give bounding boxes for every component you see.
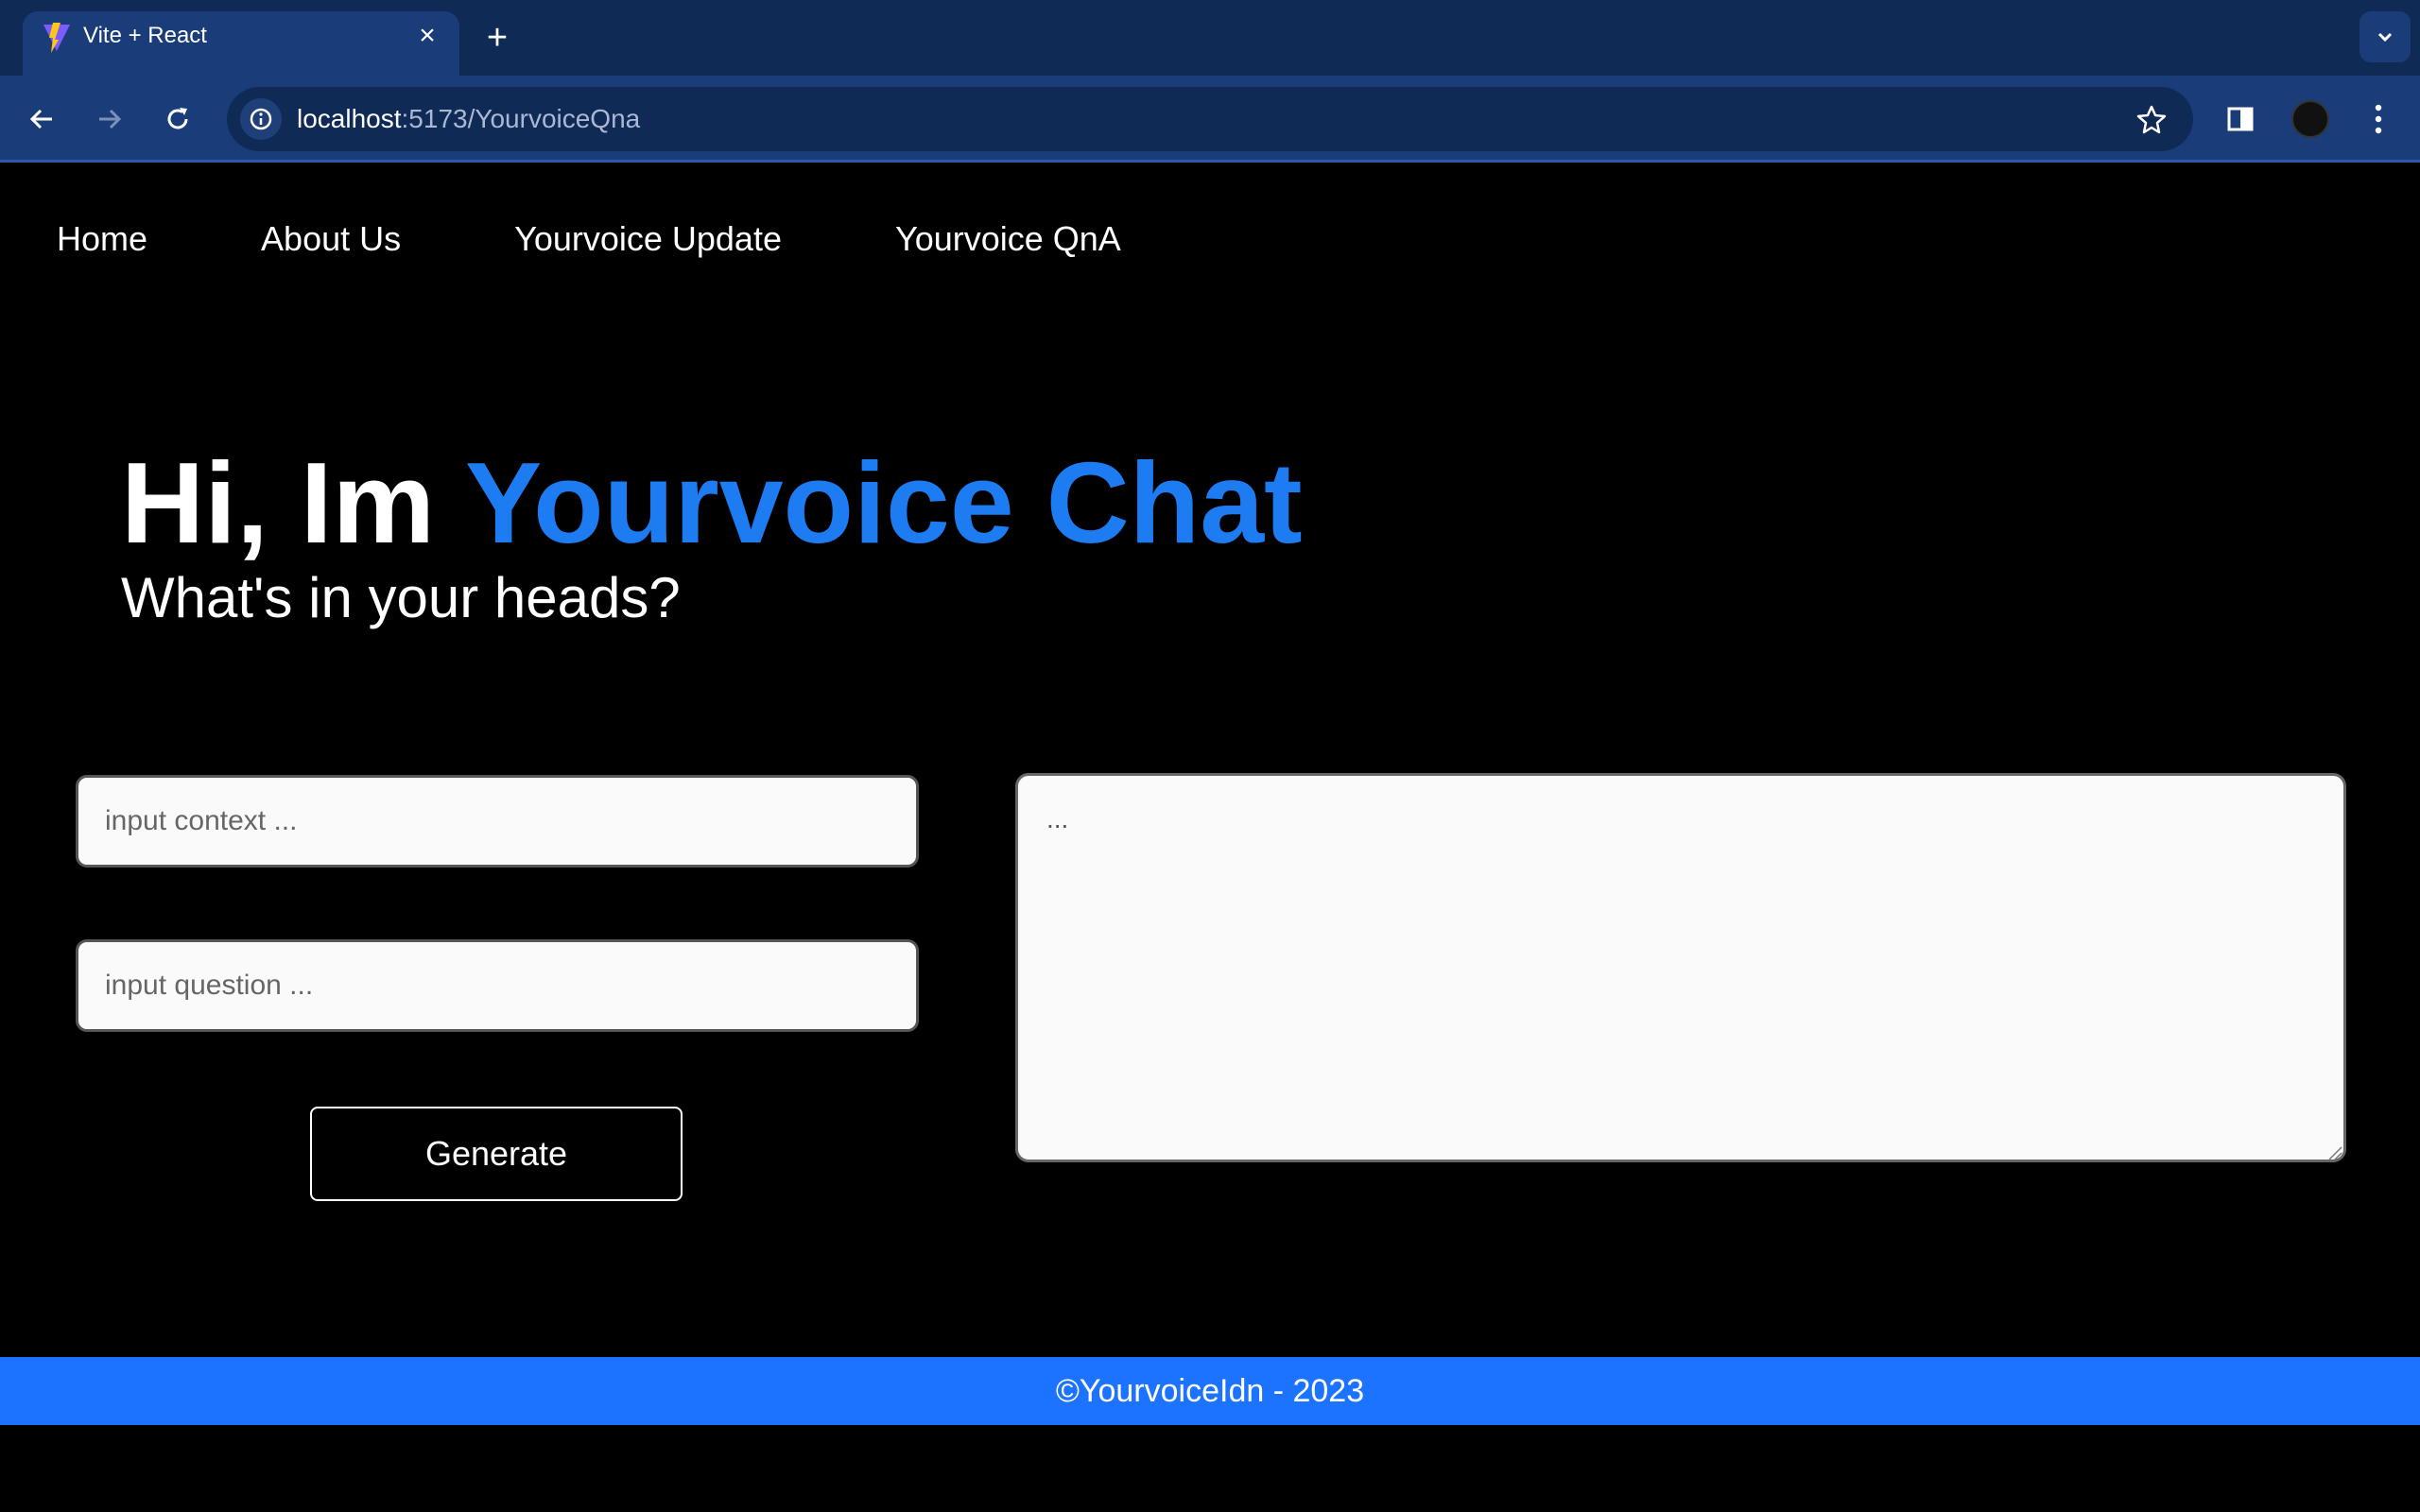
star-icon[interactable] xyxy=(2133,100,2170,138)
answer-output[interactable] xyxy=(1015,773,2346,1162)
url-host: localhost xyxy=(297,104,402,133)
browser-tab[interactable]: Vite + React × xyxy=(23,11,459,76)
avatar[interactable] xyxy=(2286,94,2335,144)
vite-logo-icon xyxy=(43,23,70,53)
hero-title-accent: Yourvoice Chat xyxy=(464,438,1303,567)
resize-handle-icon[interactable] xyxy=(2327,1145,2342,1160)
plus-icon[interactable]: + xyxy=(478,18,516,58)
hero-subtitle: What's in your heads? xyxy=(121,566,681,629)
page-content: Home About Us Yourvoice Update Yourvoice… xyxy=(0,163,2420,1512)
generate-button[interactable]: Generate xyxy=(310,1107,683,1201)
browser-toolbar: localhost:5173/YourvoiceQna xyxy=(0,76,2420,163)
arrow-right-icon[interactable] xyxy=(85,94,134,144)
site-nav: Home About Us Yourvoice Update Yourvoice… xyxy=(57,219,1235,259)
nav-about-us[interactable]: About Us xyxy=(261,219,401,259)
address-bar[interactable]: localhost:5173/YourvoiceQna xyxy=(227,87,2193,151)
url-path: :5173/YourvoiceQna xyxy=(401,104,641,133)
url-text[interactable]: localhost:5173/YourvoiceQna xyxy=(297,104,640,134)
question-input[interactable] xyxy=(76,939,919,1032)
chevron-down-icon[interactable] xyxy=(2360,11,2411,62)
footer: ©YourvoiceIdn - 2023 xyxy=(0,1357,2420,1425)
browser-tabstrip: Vite + React × + xyxy=(0,0,2420,76)
kebab-menu-icon[interactable] xyxy=(2354,94,2403,144)
reload-icon[interactable] xyxy=(153,94,202,144)
nav-yourvoice-update[interactable]: Yourvoice Update xyxy=(514,219,782,259)
side-panel-icon[interactable] xyxy=(2216,94,2265,144)
nav-yourvoice-qna[interactable]: Yourvoice QnA xyxy=(895,219,1121,259)
close-icon[interactable]: × xyxy=(408,17,446,55)
hero-title-prefix: Hi, Im xyxy=(121,438,465,567)
info-icon[interactable] xyxy=(240,98,282,140)
arrow-left-icon[interactable] xyxy=(17,94,66,144)
tab-title: Vite + React xyxy=(83,23,207,48)
hero-title: Hi, Im Yourvoice Chat xyxy=(121,437,1303,569)
nav-home[interactable]: Home xyxy=(57,219,147,259)
context-input[interactable] xyxy=(76,775,919,868)
